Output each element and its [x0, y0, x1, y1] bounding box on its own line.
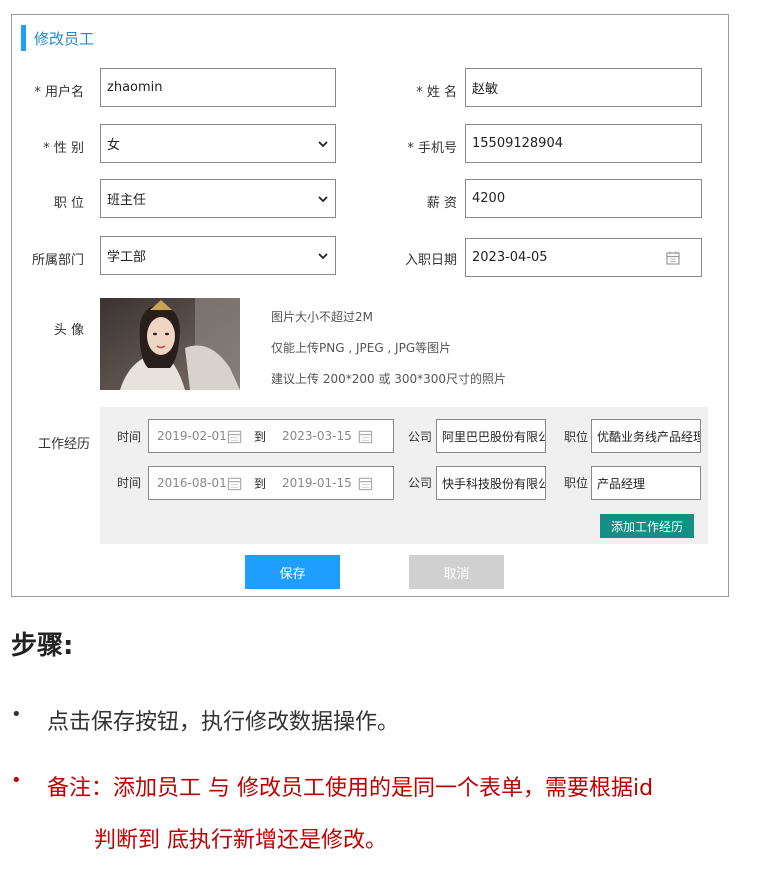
exp-position-input[interactable]: 产品经理 [591, 466, 701, 500]
note-item: • 备注：添加员工 与 修改员工使用的是同一个表单，需要根据id [11, 770, 653, 802]
cancel-button[interactable]: 取消 [409, 555, 504, 589]
entry-date-label: 入职日期 [404, 253, 457, 268]
exp-company-value: 阿里巴巴股份有限公司 [442, 429, 545, 444]
exp-to-label: 到 [254, 476, 267, 491]
exp-to-label: 到 [254, 429, 267, 444]
entry-date-picker[interactable]: 2023-04-05 [465, 238, 702, 277]
dept-label: 所属部门 [31, 253, 84, 268]
calendar-icon [227, 430, 242, 443]
name-label: * 姓 名 [416, 85, 457, 100]
salary-label: 薪 资 [426, 196, 457, 211]
exp-position-label: 职位 [564, 476, 589, 490]
title-accent-bar [21, 25, 26, 51]
exp-company-input[interactable]: 阿里巴巴股份有限公司 [436, 419, 546, 453]
username-input[interactable]: zhaomin [100, 68, 336, 107]
add-experience-button[interactable]: 添加工作经历 [600, 514, 694, 538]
calendar-icon [358, 430, 373, 443]
dialog-title: 修改员工 [34, 29, 95, 48]
salary-input[interactable]: 4200 [465, 179, 702, 218]
bullet-icon: • [11, 704, 22, 725]
exp-start-date: 2019-02-01 [157, 429, 227, 443]
exp-end-date: 2023-03-15 [282, 429, 352, 443]
chevron-down-icon [318, 252, 328, 259]
job-label: 职 位 [53, 196, 84, 211]
phone-input[interactable]: 15509128904 [465, 124, 702, 163]
exp-time-label: 时间 [117, 430, 142, 444]
exp-position-value: 优酷业务线产品经理 [597, 429, 701, 444]
calendar-icon [227, 477, 242, 490]
exp-time-label: 时间 [117, 476, 142, 490]
job-value: 班主任 [107, 193, 147, 208]
avatar-hint-dimensions: 建议上传 200*200 或 300*300尺寸的照片 [271, 372, 507, 386]
bullet-icon: • [11, 770, 22, 791]
experience-label: 工作经历 [37, 437, 90, 452]
exp-company-input[interactable]: 快手科技股份有限公司 [436, 466, 546, 500]
exp-end-date: 2019-01-15 [282, 476, 352, 490]
note-text: 备注：添加员工 与 修改员工使用的是同一个表单，需要根据id [47, 776, 654, 801]
avatar-label: 头 像 [53, 323, 84, 338]
calendar-icon [358, 477, 373, 490]
exp-start-date: 2016-08-01 [157, 476, 227, 490]
dialog-title-bar: 修改员工 [21, 25, 94, 51]
username-value: zhaomin [107, 80, 163, 95]
gender-label: * 性 别 [43, 141, 84, 156]
exp-position-label: 职位 [564, 430, 589, 444]
dept-select[interactable]: 学工部 [100, 236, 336, 275]
note-text-continued: 判断到 底执行新增还是修改。 [94, 828, 387, 853]
dept-value: 学工部 [107, 250, 147, 265]
chevron-down-icon [318, 195, 328, 202]
phone-label: * 手机号 [407, 141, 457, 156]
edit-employee-dialog: 修改员工 * 用户名 zhaomin * 姓 名 赵敏 * 性 别 女 * 手机… [11, 14, 729, 597]
name-input[interactable]: 赵敏 [465, 68, 702, 107]
save-button[interactable]: 保存 [245, 555, 340, 589]
exp-company-value: 快手科技股份有限公司 [442, 476, 545, 491]
avatar-hint-format: 仅能上传PNG , JPEG , JPG等图片 [271, 341, 452, 355]
entry-date-value: 2023-04-05 [472, 250, 548, 265]
salary-value: 4200 [472, 191, 506, 206]
exp-company-label: 公司 [408, 430, 433, 444]
exp-date-range[interactable]: 2016-08-01 到 2019-01-15 [148, 466, 394, 500]
chevron-down-icon [318, 140, 328, 147]
calendar-icon [666, 251, 680, 265]
username-label: * 用户名 [34, 85, 84, 100]
phone-value: 15509128904 [472, 136, 563, 151]
gender-select[interactable]: 女 [100, 124, 336, 163]
avatar-hint-size: 图片大小不超过2M [271, 310, 373, 324]
job-select[interactable]: 班主任 [100, 179, 336, 218]
avatar-image[interactable] [100, 298, 240, 390]
gender-value: 女 [107, 138, 121, 153]
steps-heading: 步骤: [11, 631, 74, 661]
exp-company-label: 公司 [408, 476, 433, 490]
exp-date-range[interactable]: 2019-02-01 到 2023-03-15 [148, 419, 394, 453]
name-value: 赵敏 [472, 82, 499, 97]
step-text: 点击保存按钮，执行修改数据操作。 [47, 710, 400, 735]
exp-position-value: 产品经理 [597, 476, 646, 491]
step-item: • 点击保存按钮，执行修改数据操作。 [11, 704, 399, 736]
exp-position-input[interactable]: 优酷业务线产品经理 [591, 419, 701, 453]
